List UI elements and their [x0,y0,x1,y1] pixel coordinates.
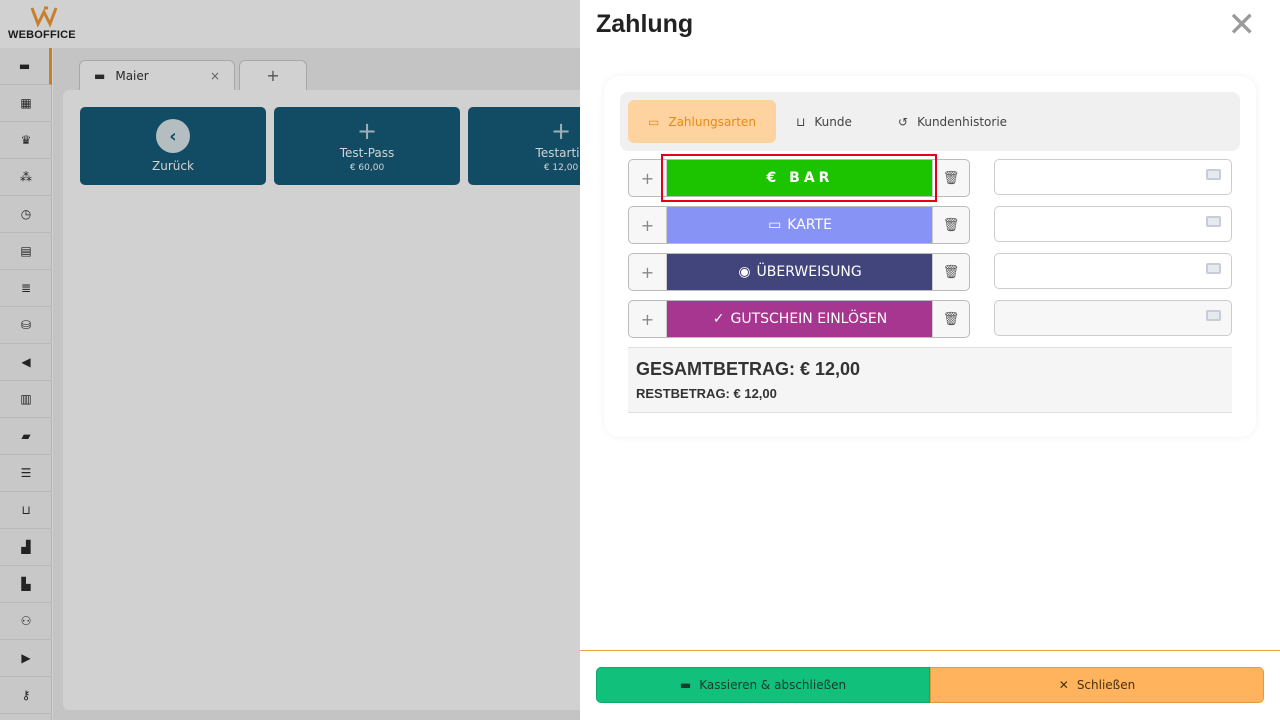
trash-icon[interactable]: 🗑 [932,160,969,196]
close-icon: ✕ [1058,678,1069,692]
check-icon: ✓ [712,311,725,327]
checkout-button[interactable]: ▬ Kassieren & abschließen [596,667,930,703]
remaining-amount: RESTBETRAG: € 12,00 [636,386,777,401]
close-button[interactable]: ✕ Schließen [930,667,1264,703]
payment-tabs: ▭ Zahlungsarten ⊔ Kunde ↺ Kundenhistorie [620,92,1240,151]
method-label: KARTE [787,217,832,233]
add-amount-button[interactable]: + [629,301,667,337]
tab-kunde[interactable]: ⊔ Kunde [776,100,872,143]
footer-divider [580,650,1280,651]
trash-icon[interactable]: 🗑 [932,301,969,337]
tab-label: Kunde [814,114,852,129]
history-icon: ↺ [898,114,909,129]
totals-box: GESAMTBETRAG: € 12,00 RESTBETRAG: € 12,0… [628,347,1232,413]
payment-row-gutschein: + ✓ GUTSCHEIN EINLÖSEN 🗑 [628,300,970,338]
add-amount-button[interactable]: + [629,254,667,290]
amount-field-gutschein[interactable] [994,300,1232,336]
payment-row-ueberweisung: + ◉ ÜBERWEISUNG 🗑 [628,253,970,291]
cash-icon [1206,310,1221,321]
cash-icon [1206,263,1221,274]
tab-label: Zahlungsarten [668,114,756,129]
trash-icon[interactable]: 🗑 [932,254,969,290]
cash-icon [1206,169,1221,180]
payment-card: ▭ Zahlungsarten ⊔ Kunde ↺ Kundenhistorie… [604,76,1256,437]
method-label: GUTSCHEIN EINLÖSEN [730,311,888,327]
selection-highlight [661,154,937,202]
tab-label: Kundenhistorie [917,114,1008,129]
cash-icon: ▭ [648,114,660,129]
method-button-ueberweisung[interactable]: ◉ ÜBERWEISUNG [667,254,933,290]
tab-kundenhistorie[interactable]: ↺ Kundenhistorie [878,100,1027,143]
page-title: Zahlung [596,10,694,38]
trash-icon[interactable]: 🗑 [932,207,969,243]
piggy-bank-icon: ◉ [738,264,751,280]
close-label: Schließen [1076,678,1136,692]
total-amount: GESAMTBETRAG: € 12,00 [636,359,861,379]
method-button-karte[interactable]: ▭ KARTE [667,207,933,243]
amount-field-karte[interactable] [994,206,1232,242]
register-icon: ▬ [679,678,692,692]
cash-icon [1206,216,1221,227]
amount-field-ueberweisung[interactable] [994,253,1232,289]
amount-field-bar[interactable] [994,159,1232,195]
method-label: ÜBERWEISUNG [756,264,862,280]
close-icon[interactable]: ✕ [1228,8,1257,42]
method-button-gutschein[interactable]: ✓ GUTSCHEIN EINLÖSEN [667,301,933,337]
checkout-label: Kassieren & abschließen [699,678,847,692]
payment-panel: Zahlung ✕ ▭ Zahlungsarten ⊔ Kunde ↺ Kund… [580,0,1280,720]
cart-icon: ⊔ [796,114,806,129]
credit-card-icon: ▭ [768,217,782,233]
payment-row-karte: + ▭ KARTE 🗑 [628,206,970,244]
tab-zahlungsarten[interactable]: ▭ Zahlungsarten [628,100,776,143]
add-amount-button[interactable]: + [629,207,667,243]
